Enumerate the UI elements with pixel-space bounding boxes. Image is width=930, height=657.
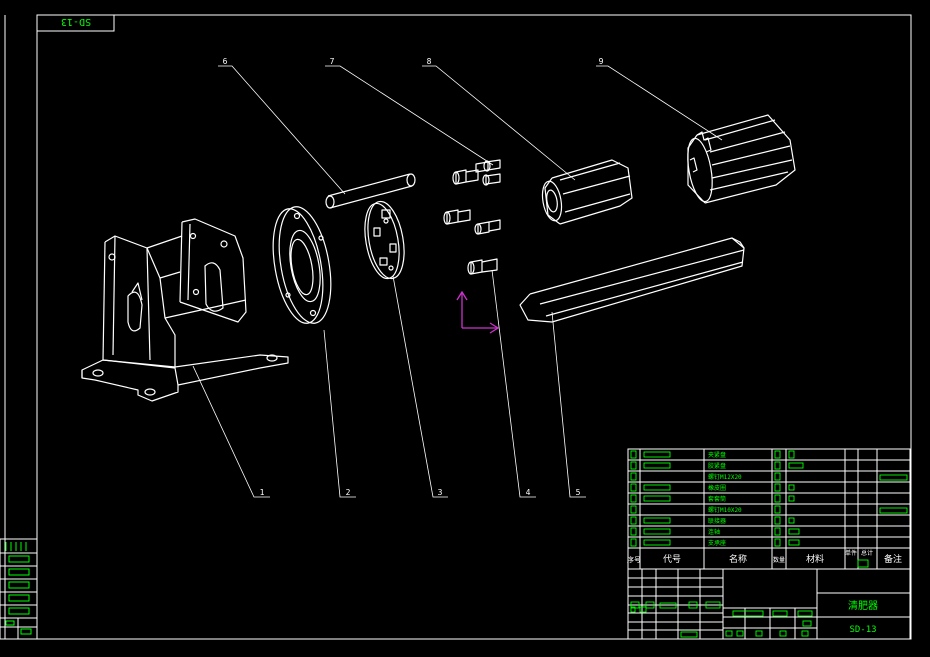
bom-row-8-name: 胶紧盘 bbox=[708, 462, 726, 470]
bom-row-7-name: 螺钉M12X20 bbox=[708, 473, 742, 481]
part-1-support-base bbox=[81, 218, 289, 402]
part-7-screws bbox=[443, 159, 501, 235]
bom-header-code: 代号 bbox=[663, 554, 681, 565]
title-block: 清肥器 SD-13 bbox=[627, 568, 911, 640]
leader-label-6: 6 bbox=[223, 57, 228, 66]
bom-header-remark: 备注 bbox=[884, 553, 902, 565]
bom-header-material: 材料 bbox=[806, 553, 824, 565]
bom-row-6-name: 橡皮圈 bbox=[708, 484, 726, 492]
leader-label-5: 5 bbox=[576, 488, 581, 497]
bom-row-1-name: 支承座 bbox=[708, 539, 726, 547]
part-4-screw bbox=[467, 258, 498, 275]
bom-header-seq: 序号 bbox=[627, 555, 641, 564]
ucs-axis-icon bbox=[456, 290, 500, 334]
rotated-code-text: SD-13 bbox=[61, 16, 91, 27]
part-9-coupling bbox=[687, 114, 796, 204]
part-6-rod bbox=[325, 173, 416, 209]
part-3-slotted-plate bbox=[364, 200, 405, 280]
leader-label-3: 3 bbox=[438, 488, 443, 497]
cad-drawing: SD-13 1 2 3 4 5 6 7 8 9 夹紧盘 胶紧盘 螺钉M12X20… bbox=[0, 14, 912, 640]
bom-row-2-name: 连轴 bbox=[708, 528, 720, 536]
bom-row-5-name: 套套筒 bbox=[708, 495, 726, 503]
bom-row-3-name: 联接器 bbox=[708, 517, 726, 525]
bom-table: 夹紧盘 胶紧盘 螺钉M12X20 橡皮圈 套套筒 螺钉M10X20 联接器 连轴… bbox=[627, 448, 911, 570]
part-5-hex-shaft bbox=[519, 237, 745, 323]
bom-header-single: 单件 bbox=[845, 549, 857, 557]
drawing-title: 清肥器 bbox=[848, 599, 878, 612]
bom-row-4-name: 螺钉M10X20 bbox=[708, 506, 742, 514]
part-2-flange bbox=[272, 206, 332, 324]
bom-header-total: 总计 bbox=[861, 549, 873, 557]
drawing-code: SD-13 bbox=[849, 625, 876, 635]
leader-label-1: 1 bbox=[260, 488, 265, 497]
part-8-hex-sleeve bbox=[541, 159, 633, 225]
leader-label-7: 7 bbox=[330, 57, 335, 66]
leader-label-9: 9 bbox=[599, 57, 604, 66]
bom-row-9-name: 夹紧盘 bbox=[708, 451, 726, 459]
bom-header-qty: 数量 bbox=[773, 556, 785, 564]
leader-label-2: 2 bbox=[346, 488, 351, 497]
bom-header-name: 名称 bbox=[729, 553, 747, 565]
leader-lines bbox=[192, 65, 723, 498]
leader-label-8: 8 bbox=[427, 57, 432, 66]
leader-label-4: 4 bbox=[526, 488, 531, 497]
